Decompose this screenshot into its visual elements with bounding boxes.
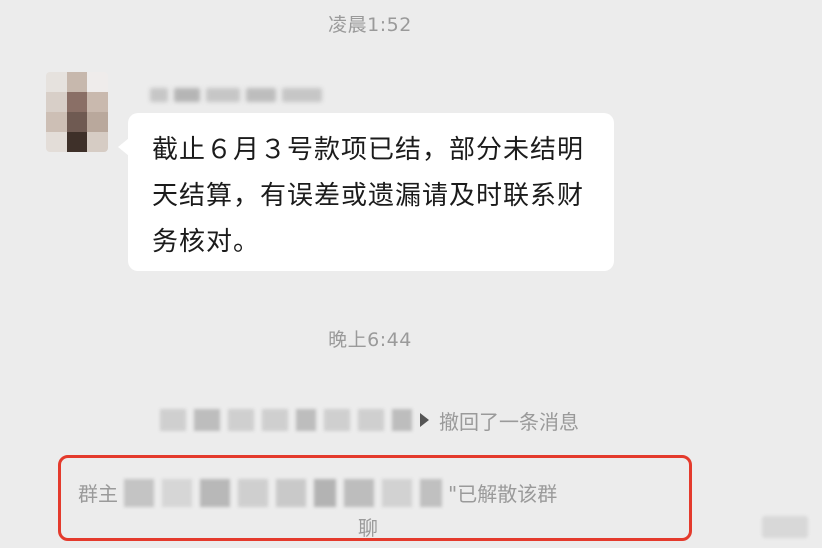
play-icon bbox=[420, 413, 429, 427]
avatar[interactable] bbox=[46, 72, 108, 152]
recall-notice-text: 撤回了一条消息 bbox=[439, 409, 579, 434]
watermark-blurred bbox=[762, 516, 808, 538]
chat-view: 凌晨1:52 截止６月３号款项已结，部分未结明天结算，有误差或遗漏请及时联系财务… bbox=[0, 0, 822, 548]
recall-notice: 撤回了一条消息 bbox=[160, 404, 579, 436]
owner-name-blurred bbox=[124, 478, 442, 507]
message-bubble[interactable]: 截止６月３号款项已结，部分未结明天结算，有误差或遗漏请及时联系财务核对。 bbox=[128, 113, 614, 271]
disband-suffix: "已解散该群 bbox=[448, 482, 558, 506]
disband-prefix: 群主 bbox=[78, 482, 118, 506]
timestamp-early-morning: 凌晨1:52 bbox=[328, 14, 412, 36]
message-text: 截止６月３号款项已结，部分未结明天结算，有误差或遗漏请及时联系财务核对。 bbox=[152, 135, 585, 257]
sender-name-blurred bbox=[150, 86, 322, 104]
recaller-name-blurred bbox=[160, 409, 412, 431]
disband-tail: 聊 bbox=[358, 516, 378, 540]
timestamp-evening: 晚上6:44 bbox=[328, 329, 412, 351]
disband-notice: 群主 "已解散该群 bbox=[78, 478, 678, 507]
